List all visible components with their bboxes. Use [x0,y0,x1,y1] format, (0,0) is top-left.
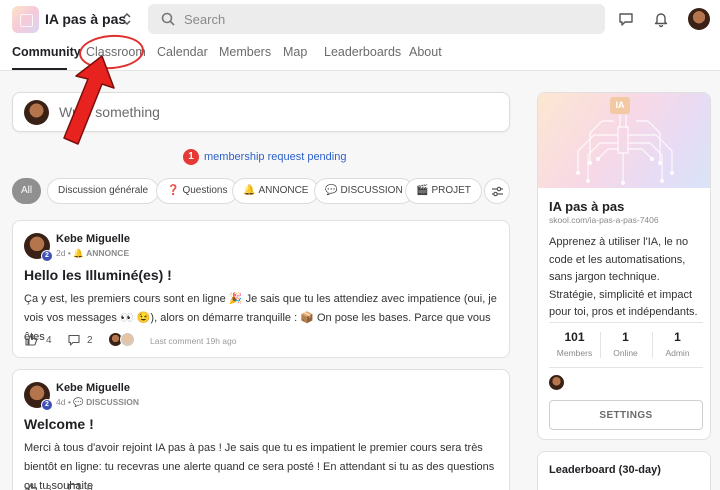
group-cover-image: IA [538,93,710,188]
filter-chip-discussion[interactable]: 💬 DISCUSSION [314,178,414,204]
stat-label: Admin [665,348,690,358]
member-avatar[interactable] [549,375,564,390]
group-description: Apprenez à utiliser l'IA, le no code et … [549,236,698,318]
filter-label: All [20,185,33,196]
filter-label: PROJET [431,185,471,196]
leaderboard-card: Leaderboard (30-day) [537,451,711,490]
comment-count: 0 [87,484,93,490]
sliders-icon [492,186,503,197]
group-logo[interactable] [12,6,39,33]
stat-value: 1 [674,330,681,344]
stat-online[interactable]: 1 Online [600,330,651,358]
bell-emoji-icon: 🔔 [73,248,84,258]
like-count: 4 [46,335,52,346]
group-stats: 101 Members 1 Online 1 Admin [549,330,703,362]
filter-label: DISCUSSION [340,185,403,196]
filter-settings-button[interactable] [484,178,510,204]
stat-members[interactable]: 101 Members [549,330,600,358]
filter-chip-annonce[interactable]: 🔔 ANNONCE [232,178,320,204]
filter-chip-all[interactable]: All [12,178,41,204]
post-age: 4d [56,397,66,407]
composer-avatar [24,100,49,125]
post-category: ANNONCE [86,248,130,258]
stat-label: Online [613,348,638,358]
search-icon [161,12,175,26]
stat-admin[interactable]: 1 Admin [652,330,703,358]
leaderboard-title: Leaderboard (30-day) [549,464,661,476]
post-category: DISCUSSION [86,397,140,407]
level-badge: 2 [41,250,53,262]
tab-about[interactable]: About [409,45,442,59]
filter-label: Questions [182,185,228,196]
thumbs-up-icon[interactable] [24,333,38,347]
divider [549,322,703,323]
group-url[interactable]: skool.com/ia-pas-a-pas-7406 [549,215,659,225]
last-comment-time: Last comment 19h ago [150,336,237,346]
filter-chip-questions[interactable]: ❓ Questions [156,178,239,204]
clapperboard-icon: 🎬 [416,185,429,196]
search-bar[interactable] [148,4,605,34]
pending-link[interactable]: membership request pending [204,151,346,163]
post-card[interactable]: 2 Kebe Miguelle 2d • 🔔 ANNONCE Hello les… [12,220,510,358]
speech-bubble-icon: 💬 [73,397,84,407]
search-input[interactable] [184,9,584,29]
bell-emoji-icon: 🔔 [243,185,256,196]
filter-label: ANNONCE [258,185,309,196]
arrow-annotation-icon [63,55,115,145]
pending-count-badge: 1 [183,149,199,165]
cover-badge: IA [610,97,630,114]
question-mark-icon: ❓ [167,185,180,196]
tab-members[interactable]: Members [219,45,271,59]
post-stats: 4 2 Last comment 19h ago [24,332,494,350]
group-title: IA pas à pas [549,199,625,214]
post-author[interactable]: Kebe Miguelle [56,382,130,394]
comment-count: 2 [87,335,93,346]
thumbs-up-icon[interactable] [24,482,38,490]
stat-label: Members [556,348,593,358]
post-age: 2d [56,248,66,258]
group-info-card: IA IA pas à pas skool.com/ia-pas-a-pas-7… [537,92,711,440]
divider [549,367,703,368]
chevron-up-down-icon[interactable] [121,10,133,28]
tab-map[interactable]: Map [283,45,307,59]
user-avatar[interactable] [688,8,710,30]
bell-icon[interactable] [652,10,670,28]
post-card[interactable]: 2 Kebe Miguelle 4d • 💬 DISCUSSION Welcom… [12,369,510,490]
like-count: 3 [46,484,52,490]
comment-icon[interactable] [67,333,81,347]
post-meta: 2d • 🔔 ANNONCE [56,248,130,258]
filter-label: Discussion générale [58,185,149,196]
comment-icon[interactable] [67,482,81,490]
tab-calendar[interactable]: Calendar [157,45,208,59]
tab-leaderboards[interactable]: Leaderboards [324,45,401,59]
stat-value: 101 [564,330,585,344]
post-meta: 4d • 💬 DISCUSSION [56,397,140,407]
stat-value: 1 [622,330,629,344]
post-stats: 3 0 [24,481,494,490]
chat-bubble-icon[interactable] [617,10,635,28]
post-title[interactable]: Hello les Illuminé(es) ! [24,267,172,283]
post-title[interactable]: Welcome ! [24,416,94,432]
post-author[interactable]: Kebe Miguelle [56,233,130,245]
filter-chip-discussion-generale[interactable]: Discussion générale [47,178,160,204]
level-badge: 2 [41,399,53,411]
filter-chip-projet[interactable]: 🎬 PROJET [405,178,482,204]
speech-bubble-icon: 💬 [325,185,338,196]
commenter-avatar [120,332,135,347]
settings-button[interactable]: SETTINGS [549,400,703,430]
group-name[interactable]: IA pas à pas [45,11,126,27]
